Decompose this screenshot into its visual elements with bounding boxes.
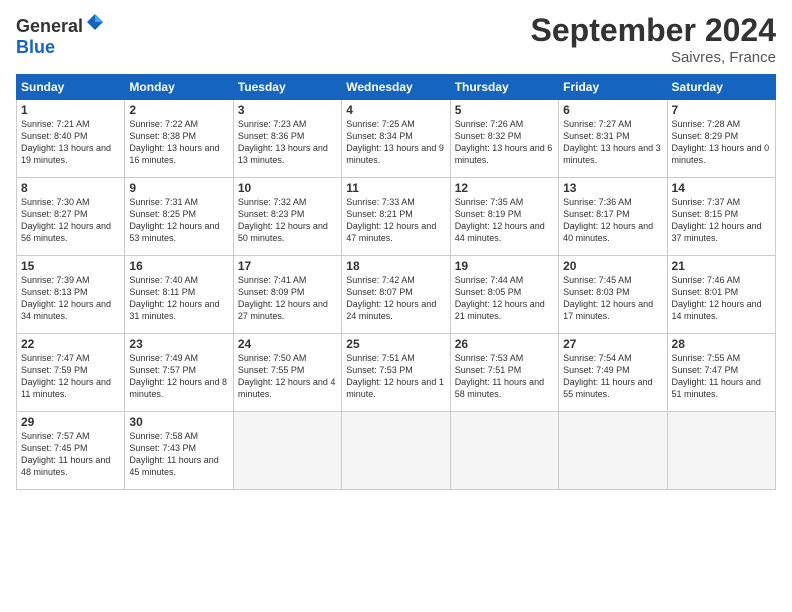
title-area: September 2024 Saivres, France: [531, 12, 776, 66]
table-row: 4Sunrise: 7:25 AMSunset: 8:34 PMDaylight…: [342, 100, 450, 178]
empty-cell: [233, 412, 341, 490]
logo: General Blue: [16, 12, 105, 58]
table-row: 30Sunrise: 7:58 AMSunset: 7:43 PMDayligh…: [125, 412, 233, 490]
table-row: 12Sunrise: 7:35 AMSunset: 8:19 PMDayligh…: [450, 178, 558, 256]
table-row: 26Sunrise: 7:53 AMSunset: 7:51 PMDayligh…: [450, 334, 558, 412]
table-row: 8Sunrise: 7:30 AMSunset: 8:27 PMDaylight…: [17, 178, 125, 256]
table-row: 9Sunrise: 7:31 AMSunset: 8:25 PMDaylight…: [125, 178, 233, 256]
month-title: September 2024: [531, 12, 776, 49]
table-row: 17Sunrise: 7:41 AMSunset: 8:09 PMDayligh…: [233, 256, 341, 334]
header-row: Sunday Monday Tuesday Wednesday Thursday…: [17, 75, 776, 100]
table-row: 10Sunrise: 7:32 AMSunset: 8:23 PMDayligh…: [233, 178, 341, 256]
col-monday: Monday: [125, 75, 233, 100]
table-row: 29Sunrise: 7:57 AMSunset: 7:45 PMDayligh…: [17, 412, 125, 490]
table-row: 13Sunrise: 7:36 AMSunset: 8:17 PMDayligh…: [559, 178, 667, 256]
header: General Blue September 2024 Saivres, Fra…: [16, 12, 776, 66]
table-row: 5Sunrise: 7:26 AMSunset: 8:32 PMDaylight…: [450, 100, 558, 178]
table-row: 24Sunrise: 7:50 AMSunset: 7:55 PMDayligh…: [233, 334, 341, 412]
table-row: 23Sunrise: 7:49 AMSunset: 7:57 PMDayligh…: [125, 334, 233, 412]
table-row: 1Sunrise: 7:21 AMSunset: 8:40 PMDaylight…: [17, 100, 125, 178]
empty-cell: [559, 412, 667, 490]
table-row: 20Sunrise: 7:45 AMSunset: 8:03 PMDayligh…: [559, 256, 667, 334]
col-thursday: Thursday: [450, 75, 558, 100]
table-row: 11Sunrise: 7:33 AMSunset: 8:21 PMDayligh…: [342, 178, 450, 256]
empty-cell: [450, 412, 558, 490]
col-saturday: Saturday: [667, 75, 775, 100]
table-row: 14Sunrise: 7:37 AMSunset: 8:15 PMDayligh…: [667, 178, 775, 256]
table-row: 16Sunrise: 7:40 AMSunset: 8:11 PMDayligh…: [125, 256, 233, 334]
table-row: 2Sunrise: 7:22 AMSunset: 8:38 PMDaylight…: [125, 100, 233, 178]
col-wednesday: Wednesday: [342, 75, 450, 100]
table-row: 25Sunrise: 7:51 AMSunset: 7:53 PMDayligh…: [342, 334, 450, 412]
logo-icon: [85, 12, 105, 32]
table-row: 28Sunrise: 7:55 AMSunset: 7:47 PMDayligh…: [667, 334, 775, 412]
table-row: 6Sunrise: 7:27 AMSunset: 8:31 PMDaylight…: [559, 100, 667, 178]
logo-general: General: [16, 16, 83, 36]
table-row: 18Sunrise: 7:42 AMSunset: 8:07 PMDayligh…: [342, 256, 450, 334]
table-row: 27Sunrise: 7:54 AMSunset: 7:49 PMDayligh…: [559, 334, 667, 412]
table-row: 22Sunrise: 7:47 AMSunset: 7:59 PMDayligh…: [17, 334, 125, 412]
empty-cell: [667, 412, 775, 490]
page: General Blue September 2024 Saivres, Fra…: [0, 0, 792, 612]
col-tuesday: Tuesday: [233, 75, 341, 100]
table-row: 7Sunrise: 7:28 AMSunset: 8:29 PMDaylight…: [667, 100, 775, 178]
calendar-table: Sunday Monday Tuesday Wednesday Thursday…: [16, 74, 776, 490]
table-row: 3Sunrise: 7:23 AMSunset: 8:36 PMDaylight…: [233, 100, 341, 178]
location: Saivres, France: [531, 49, 776, 66]
table-row: 15Sunrise: 7:39 AMSunset: 8:13 PMDayligh…: [17, 256, 125, 334]
empty-cell: [342, 412, 450, 490]
col-friday: Friday: [559, 75, 667, 100]
table-row: 21Sunrise: 7:46 AMSunset: 8:01 PMDayligh…: [667, 256, 775, 334]
logo-blue: Blue: [16, 37, 55, 57]
table-row: 19Sunrise: 7:44 AMSunset: 8:05 PMDayligh…: [450, 256, 558, 334]
col-sunday: Sunday: [17, 75, 125, 100]
